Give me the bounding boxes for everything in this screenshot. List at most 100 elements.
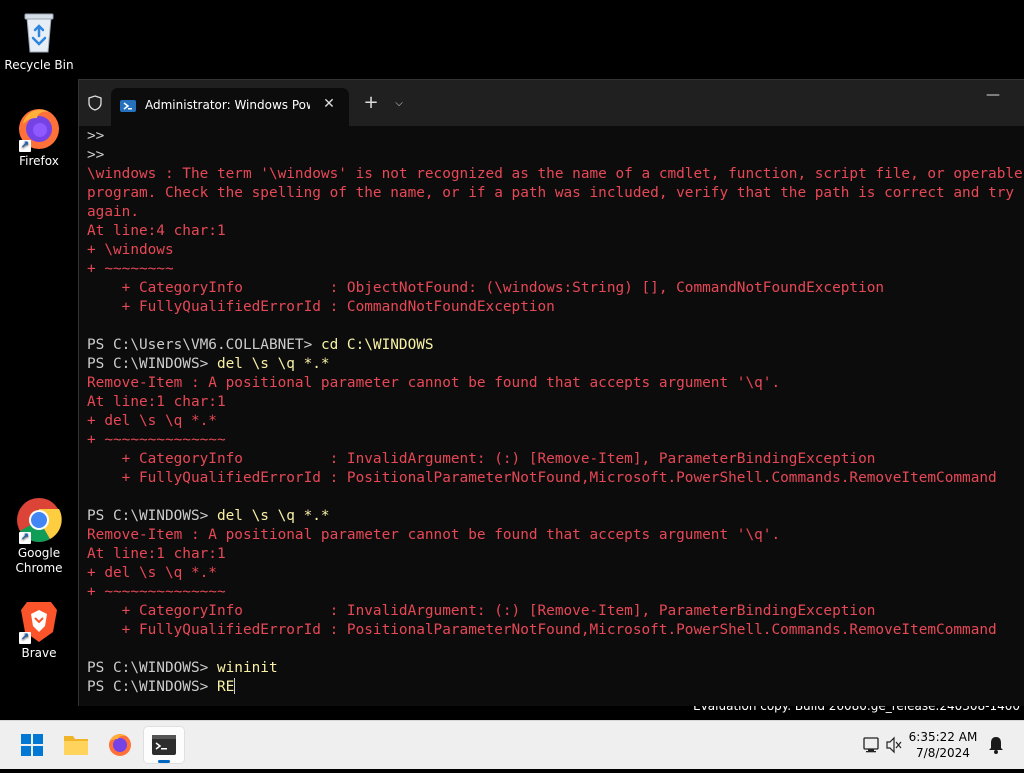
clock-time: 6:35:22 AM: [908, 730, 978, 744]
close-tab-icon[interactable]: ✕: [319, 94, 339, 114]
error-text: At line:4 char:1: [87, 223, 226, 239]
terminal-line: + CategoryInfo : ObjectNotFound: (\windo…: [87, 279, 1023, 298]
taskbar-firefox[interactable]: [100, 727, 140, 763]
windows-logo-icon: [21, 734, 43, 756]
terminal-line: PS C:\WINDOWS> RE: [87, 678, 1023, 697]
shortcut-arrow-icon: ↗: [19, 140, 31, 152]
error-text: Remove-Item : A positional parameter can…: [87, 527, 781, 543]
error-text: At line:1 char:1: [87, 394, 226, 410]
volume-muted-icon[interactable]: [884, 721, 904, 769]
terminal-line: At line:4 char:1: [87, 222, 1023, 241]
desktop-icon-brave[interactable]: ↗ Brave: [1, 596, 77, 661]
error-text: + ~~~~~~~~~~~~~~: [87, 432, 226, 448]
desktop-icon-chrome[interactable]: ↗ Google Chrome: [1, 496, 77, 576]
recycle-bin-icon: [15, 8, 63, 56]
desktop-icon-recycle-bin[interactable]: Recycle Bin: [1, 8, 77, 73]
terminal-line: program. Check the spelling of the name,…: [87, 184, 1023, 203]
terminal-line: + del \s \q *.*: [87, 412, 1023, 431]
prompt: PS C:\WINDOWS>: [87, 508, 217, 524]
terminal-line: + ~~~~~~~~~~~~~~: [87, 431, 1023, 450]
error-text: program. Check the spelling of the name,…: [87, 185, 1015, 201]
terminal-line: PS C:\WINDOWS> del \s \q *.*: [87, 507, 1023, 526]
terminal-line: Remove-Item : A positional parameter can…: [87, 374, 1023, 393]
new-tab-button[interactable]: +: [359, 92, 383, 114]
prompt: PS C:\WINDOWS>: [87, 356, 217, 372]
title-bar[interactable]: Administrator: Windows PowerShell ✕ + ⌵ …: [79, 80, 1024, 126]
error-text: + FullyQualifiedErrorId : PositionalPara…: [87, 470, 997, 486]
clock-date: 7/8/2024: [916, 746, 970, 760]
error-text: + ~~~~~~~~: [87, 261, 174, 277]
taskbar: 6:35:22 AM 7/8/2024: [0, 720, 1024, 769]
terminal-line: PS C:\WINDOWS> wininit: [87, 659, 1023, 678]
prompt: PS C:\WINDOWS>: [87, 660, 217, 676]
taskbar-file-explorer[interactable]: [56, 727, 96, 763]
error-text: Remove-Item : A positional parameter can…: [87, 375, 781, 391]
command-text: RE: [216, 679, 235, 695]
minimize-button[interactable]: —: [975, 86, 1011, 110]
terminal-line: At line:1 char:1: [87, 545, 1023, 564]
taskbar-terminal[interactable]: [144, 727, 184, 763]
error-text: + \windows: [87, 242, 174, 258]
terminal-line: At line:1 char:1: [87, 393, 1023, 412]
brave-icon: ↗: [15, 596, 63, 644]
powershell-icon: [120, 98, 136, 114]
terminal-line: Remove-Item : A positional parameter can…: [87, 526, 1023, 545]
tab-title: Administrator: Windows PowerShell: [145, 98, 310, 112]
active-indicator: [158, 760, 170, 763]
terminal-line: PS C:\Users\VM6.COLLABNET> cd C:\WINDOWS: [87, 336, 1023, 355]
error-text: + CategoryInfo : ObjectNotFound: (\windo…: [87, 280, 885, 296]
shortcut-arrow-icon: ↗: [19, 532, 31, 544]
command-text: del \s \q *.*: [216, 356, 330, 372]
terminal-line: >>: [87, 127, 1023, 146]
terminal-line: + CategoryInfo : InvalidArgument: (:) [R…: [87, 602, 1023, 621]
prompt: PS C:\WINDOWS>: [87, 679, 217, 695]
folder-icon: [64, 736, 88, 755]
desktop-icon-label: Firefox: [19, 154, 59, 168]
terminal-line: + CategoryInfo : InvalidArgument: (:) [R…: [87, 450, 1023, 469]
terminal-line: \windows : The term '\windows' is not re…: [87, 165, 1023, 184]
system-clock[interactable]: 6:35:22 AM 7/8/2024: [908, 729, 978, 761]
chevron-down-icon[interactable]: ⌵: [389, 94, 409, 114]
desktop-icon-label: Brave: [21, 646, 57, 660]
desktop-icon-label: Google Chrome: [15, 546, 63, 575]
tab-powershell[interactable]: Administrator: Windows PowerShell ✕: [111, 88, 349, 126]
output-text: >>: [87, 128, 105, 144]
command-text: del \s \q *.*: [216, 508, 330, 524]
notification-bell-icon[interactable]: [986, 721, 1006, 769]
start-button[interactable]: [12, 727, 52, 763]
terminal-line: + FullyQualifiedErrorId : CommandNotFoun…: [87, 298, 1023, 317]
terminal-line: + ~~~~~~~~: [87, 260, 1023, 279]
text-cursor: [234, 678, 236, 694]
output-text: >>: [87, 147, 105, 163]
chrome-icon: ↗: [15, 496, 63, 544]
terminal-window: Administrator: Windows PowerShell ✕ + ⌵ …: [78, 79, 1024, 706]
command-text: cd C:\WINDOWS: [320, 337, 434, 353]
firefox-icon: ↗: [15, 104, 63, 152]
terminal-line: >>: [87, 146, 1023, 165]
terminal-line: + FullyQualifiedErrorId : PositionalPara…: [87, 469, 1023, 488]
desktop-icon-firefox[interactable]: ↗ Firefox: [1, 104, 77, 169]
terminal-line: + ~~~~~~~~~~~~~~: [87, 583, 1023, 602]
terminal-line: + \windows: [87, 241, 1023, 260]
terminal-line: PS C:\WINDOWS> del \s \q *.*: [87, 355, 1023, 374]
error-text: + FullyQualifiedErrorId : CommandNotFoun…: [87, 299, 555, 315]
error-text: + CategoryInfo : InvalidArgument: (:) [R…: [87, 603, 876, 619]
error-text: \windows : The term '\windows' is not re…: [87, 166, 1023, 182]
terminal-output[interactable]: >> >> \windows : The term '\windows' is no…: [87, 127, 1023, 703]
network-icon[interactable]: [860, 721, 884, 769]
prompt: PS C:\Users\VM6.COLLABNET>: [87, 337, 321, 353]
error-text: At line:1 char:1: [87, 546, 226, 562]
terminal-line: + del \s \q *.*: [87, 564, 1023, 583]
error-text: + CategoryInfo : InvalidArgument: (:) [R…: [87, 451, 876, 467]
terminal-line: again.: [87, 203, 1023, 222]
error-text: + FullyQualifiedErrorId : PositionalPara…: [87, 622, 997, 638]
terminal-line: + FullyQualifiedErrorId : PositionalPara…: [87, 621, 1023, 640]
shield-icon: [87, 95, 103, 111]
error-text: again.: [87, 204, 139, 220]
command-text: wininit: [216, 660, 278, 676]
firefox-icon: [109, 734, 131, 756]
error-text: + ~~~~~~~~~~~~~~: [87, 584, 226, 600]
